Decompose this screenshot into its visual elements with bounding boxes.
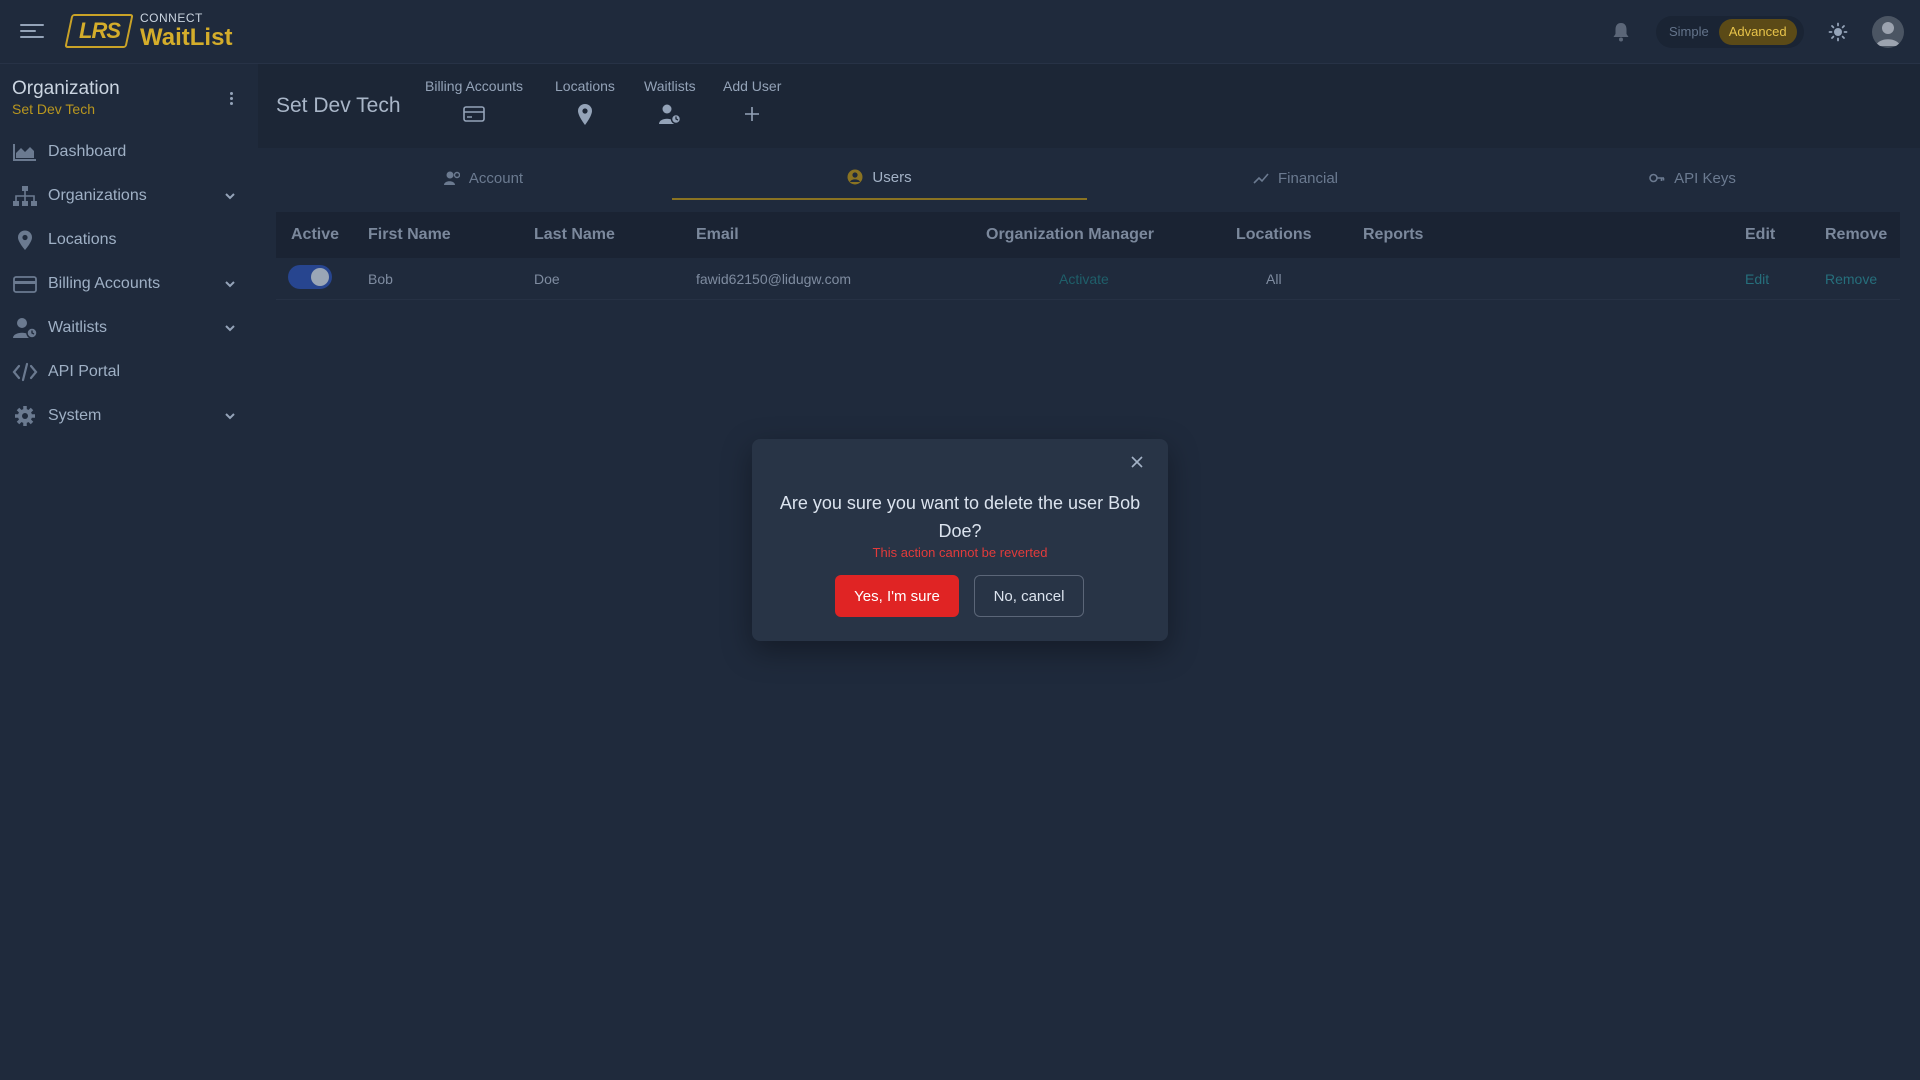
quick-link-locations[interactable]: Locations — [555, 78, 615, 131]
cancel-button[interactable]: No, cancel — [974, 575, 1084, 617]
gear-icon — [15, 406, 35, 426]
cell-first-name: Bob — [368, 271, 393, 287]
kebab-menu-icon[interactable] — [228, 90, 234, 108]
user-clock-icon — [658, 104, 682, 125]
sidebar-nav: Dashboard Organizations Locations Billin… — [0, 130, 258, 438]
user-avatar-icon[interactable] — [1872, 16, 1904, 48]
sidebar: Organization Set Dev Tech Dashboard Orga… — [0, 64, 258, 1080]
cell-locations: All — [1266, 271, 1282, 287]
user-circle-icon — [847, 169, 863, 185]
map-pin-icon — [577, 104, 592, 125]
plus-icon — [745, 107, 760, 121]
chevron-down-icon[interactable] — [224, 410, 236, 422]
user-clock-icon — [13, 318, 38, 339]
table-row: Bob Doe fawid62150@lidugw.com Activate A… — [276, 258, 1900, 300]
sidebar-item-billing-accounts[interactable]: Billing Accounts — [0, 262, 258, 306]
chevron-down-icon[interactable] — [224, 190, 236, 202]
sidebar-title: Organization — [12, 78, 120, 99]
column-header-email: Email — [696, 226, 739, 243]
column-header-reports: Reports — [1363, 226, 1424, 243]
sidebar-item-locations[interactable]: Locations — [0, 218, 258, 262]
table-header: Active First Name Last Name Email Organi… — [276, 212, 1900, 258]
sitemap-icon — [13, 186, 37, 206]
brand-name: WaitList — [140, 24, 233, 51]
delete-confirm-dialog: Are you sure you want to delete the user… — [752, 439, 1168, 641]
column-header-organization-manager: Organization Manager — [986, 226, 1155, 243]
active-toggle[interactable] — [288, 265, 332, 289]
column-header-active: Active — [291, 226, 340, 243]
chevron-down-icon[interactable] — [224, 322, 236, 334]
tab-financial[interactable]: Financial — [1088, 156, 1503, 200]
quick-link-billing-accounts[interactable]: Billing Accounts — [425, 78, 523, 131]
page-title: Set Dev Tech — [276, 94, 401, 117]
users-table: Active First Name Last Name Email Organi… — [276, 212, 1900, 300]
map-pin-icon — [18, 230, 32, 250]
sidebar-item-organizations[interactable]: Organizations — [0, 174, 258, 218]
brand-tagline: CONNECT — [140, 11, 203, 25]
remove-user-link[interactable]: Remove — [1825, 271, 1877, 287]
column-header-first-name: First Name — [368, 226, 451, 243]
cell-last-name: Doe — [534, 271, 560, 287]
mode-simple-option[interactable]: Simple — [1659, 19, 1719, 45]
mode-advanced-option[interactable]: Advanced — [1718, 19, 1797, 45]
credit-card-icon — [463, 106, 485, 122]
credit-card-icon — [13, 276, 37, 293]
mode-toggle[interactable]: Simple Advanced — [1656, 16, 1804, 48]
quick-link-waitlists[interactable]: Waitlists — [644, 78, 696, 131]
chevron-down-icon[interactable] — [224, 278, 236, 290]
cell-email: fawid62150@lidugw.com — [696, 271, 852, 287]
column-header-remove: Remove — [1825, 226, 1888, 243]
code-icon — [12, 362, 38, 382]
sidebar-org-header: Organization Set Dev Tech — [12, 78, 120, 117]
bell-icon[interactable] — [1612, 22, 1630, 42]
tab-account[interactable]: Account — [276, 156, 691, 200]
activate-manager-link[interactable]: Activate — [1059, 271, 1109, 287]
tab-users[interactable]: Users — [672, 156, 1087, 200]
dialog-message: Are you sure you want to delete the user… — [779, 493, 1141, 541]
sidebar-item-api-portal[interactable]: API Portal — [0, 350, 258, 394]
user-gear-icon — [443, 171, 460, 185]
tab-api-keys[interactable]: API Keys — [1485, 156, 1900, 200]
dialog-warning: This action cannot be reverted — [872, 545, 1048, 560]
sidebar-item-dashboard[interactable]: Dashboard — [0, 130, 258, 174]
sidebar-subtitle: Set Dev Tech — [12, 101, 96, 117]
chart-area-icon — [13, 144, 36, 161]
sidebar-item-waitlists[interactable]: Waitlists — [0, 306, 258, 350]
key-icon — [1649, 173, 1665, 183]
confirm-delete-button[interactable]: Yes, I'm sure — [835, 575, 959, 617]
tab-bar: Account Users Financial API Keys — [276, 156, 1900, 200]
trend-line-icon — [1253, 173, 1269, 184]
brand[interactable]: LRS CONNECT WaitList — [64, 11, 233, 51]
menu-icon[interactable] — [20, 20, 44, 44]
column-header-edit: Edit — [1745, 226, 1776, 243]
sidebar-item-system[interactable]: System — [0, 394, 258, 438]
column-header-locations: Locations — [1236, 226, 1312, 243]
column-header-last-name: Last Name — [534, 226, 615, 243]
top-bar: LRS CONNECT WaitList Simple Advanced — [0, 0, 1920, 64]
close-icon[interactable] — [1128, 453, 1146, 471]
organization-bar: Set Dev Tech Billing Accounts Locations … — [258, 64, 1920, 148]
brand-logo: LRS — [64, 14, 134, 48]
quick-link-add-user[interactable]: Add User — [723, 78, 781, 131]
edit-user-link[interactable]: Edit — [1745, 271, 1769, 287]
sun-icon[interactable] — [1828, 22, 1848, 42]
